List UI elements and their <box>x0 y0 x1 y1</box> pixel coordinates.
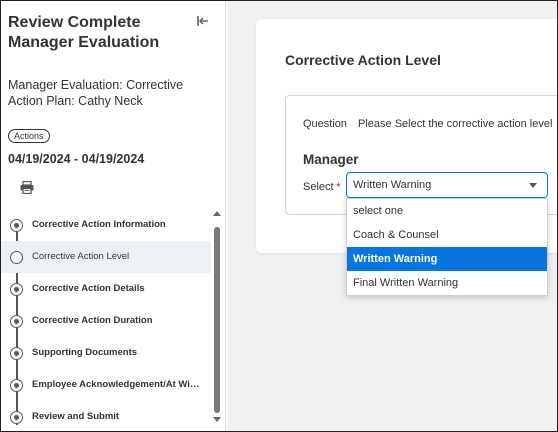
scroll-down-arrow-icon[interactable] <box>213 417 221 422</box>
required-indicator: * <box>336 180 341 194</box>
step-label: Corrective Action Duration <box>32 315 153 326</box>
scrollbar-thumb[interactable] <box>214 227 220 413</box>
step-item[interactable]: Corrective Action Information <box>1 209 211 241</box>
step-complete-icon <box>10 315 23 328</box>
scroll-up-arrow-icon[interactable] <box>213 211 221 216</box>
question-label: Question <box>303 118 348 130</box>
step-item[interactable]: Employee Acknowledgement/At Will D... <box>1 369 211 401</box>
select-field-label: Select <box>303 181 334 193</box>
step-item[interactable]: Corrective Action Details <box>1 273 211 305</box>
dropdown-option-highlighted[interactable]: Written Warning <box>347 247 547 271</box>
dropdown-option[interactable]: Final Written Warning <box>347 271 547 295</box>
chevron-down-icon <box>529 183 537 188</box>
step-item[interactable]: Corrective Action Duration <box>1 305 211 337</box>
step-complete-icon <box>10 347 23 360</box>
app-frame: Review Complete Manager Evaluation Manag… <box>0 0 558 432</box>
step-item[interactable]: Supporting Documents <box>1 337 211 369</box>
step-label: Corrective Action Level <box>32 251 130 262</box>
step-complete-icon <box>10 379 23 392</box>
step-complete-icon <box>10 219 23 232</box>
dropdown-option[interactable]: select one <box>347 199 547 223</box>
step-current-icon <box>10 251 23 264</box>
step-label: Supporting Documents <box>32 347 138 358</box>
step-label: Review and Submit <box>32 411 120 422</box>
section-heading: Manager <box>303 152 359 167</box>
step-complete-icon <box>10 411 23 424</box>
collapse-sidebar-icon[interactable] <box>197 15 209 27</box>
step-label: Employee Acknowledgement/At Will D... <box>32 379 202 390</box>
card-title: Corrective Action Level <box>285 52 441 68</box>
step-list: Corrective Action Information Corrective… <box>1 209 211 431</box>
step-complete-icon <box>10 283 23 296</box>
page-subtitle: Manager Evaluation: Corrective Action Pl… <box>8 78 184 108</box>
step-list-scrollbar[interactable] <box>212 211 222 429</box>
print-icon[interactable] <box>20 181 34 194</box>
step-label: Corrective Action Details <box>32 283 145 294</box>
corrective-action-level-select[interactable]: Written Warning <box>346 172 548 198</box>
question-text: Please Select the corrective action leve… <box>358 118 553 130</box>
step-label: Corrective Action Information <box>32 219 166 230</box>
step-item-current[interactable]: Corrective Action Level <box>1 241 211 273</box>
date-range: 04/19/2024 - 04/19/2024 <box>8 152 145 166</box>
dropdown-menu: select one Coach & Counsel Written Warni… <box>346 198 548 296</box>
step-item[interactable]: Review and Submit <box>1 401 211 431</box>
selected-value: Written Warning <box>353 179 432 191</box>
page-title: Review Complete Manager Evaluation <box>8 14 160 51</box>
actions-button[interactable]: Actions <box>8 129 50 143</box>
dropdown-option[interactable]: Coach & Counsel <box>347 223 547 247</box>
sidebar: Review Complete Manager Evaluation Manag… <box>1 1 226 431</box>
